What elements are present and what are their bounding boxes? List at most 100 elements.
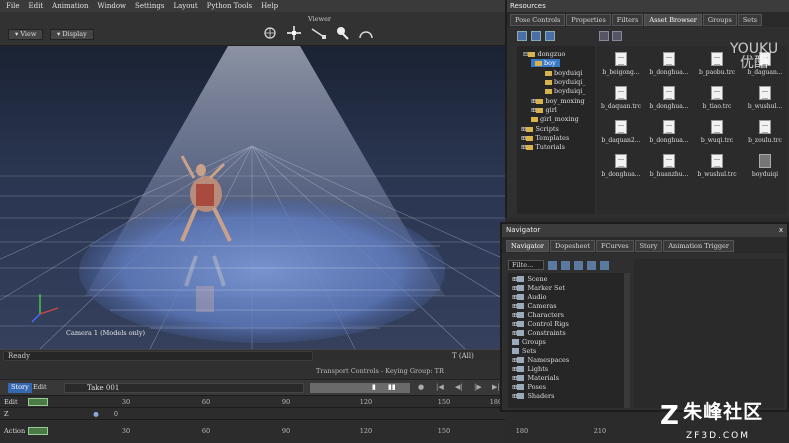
tree-item[interactable]: boyduiqi_ (545, 78, 586, 86)
tab-pose-controls[interactable]: Pose Controls (510, 14, 566, 26)
scale-tool-icon[interactable] (310, 25, 326, 41)
menu-settings[interactable]: Settings (135, 2, 164, 10)
thumbnail-view-icon[interactable] (612, 31, 622, 41)
viewer-viewport[interactable]: Camera 1 (Models only) (0, 46, 505, 349)
file-item[interactable]: b_tiao.trc (693, 86, 741, 110)
file-item[interactable]: b_donghua... (645, 86, 693, 110)
tree-item-constraints[interactable]: ⊞ Constraints (512, 329, 566, 337)
file-item[interactable]: b_huanzhu... (645, 154, 693, 178)
key-icon[interactable] (561, 260, 570, 270)
view-menu-button[interactable]: ▾ View (8, 29, 44, 40)
zoom-tool-icon[interactable] (334, 25, 350, 41)
story-mode-button[interactable]: Story (8, 383, 32, 393)
tab-filters[interactable]: Filters (611, 14, 644, 26)
scene-tree-scrollbar[interactable] (624, 273, 630, 408)
tree-item-marker-set[interactable]: ⊞ Marker Set (512, 284, 565, 292)
move-tool-icon[interactable] (286, 25, 302, 41)
viewer-title: Viewer (308, 15, 332, 23)
tick-label: 60 (201, 427, 211, 435)
zoom-slider-icon[interactable]: ● (93, 410, 99, 418)
file-item[interactable]: b_donghua... (645, 52, 693, 76)
tab-fcurves[interactable]: FCurves (595, 240, 634, 252)
file-item[interactable]: b_beigong... (597, 52, 645, 76)
menu-edit[interactable]: Edit (28, 2, 43, 10)
pause-icon[interactable]: ▮▮ (388, 383, 396, 391)
tree-item-groups[interactable]: Groups (512, 338, 546, 346)
tree-item[interactable]: ⊞ boy_moxing (531, 97, 585, 105)
panel-view-icon[interactable] (545, 31, 555, 41)
tree-item-shaders[interactable]: ⊞ Shaders (512, 392, 554, 400)
step-back-icon[interactable]: ◀| (455, 383, 463, 391)
tab-story[interactable]: Story (634, 240, 663, 252)
menu-file[interactable]: File (6, 2, 19, 10)
tree-item[interactable]: ⊞ Scripts (521, 125, 559, 133)
file-item[interactable]: b_daquan.trc (597, 86, 645, 110)
tab-sets[interactable]: Sets (737, 14, 763, 26)
tree-item[interactable]: ⊞ Tutorials (521, 143, 565, 151)
tree-item-selected[interactable]: boy (531, 59, 560, 67)
tree-item-scene[interactable]: ⊞ Scene (512, 275, 547, 283)
tree-item[interactable]: ⊞ Templates (521, 134, 569, 142)
orbit-tool-icon[interactable] (358, 25, 374, 41)
tab-properties[interactable]: Properties (566, 14, 611, 26)
edit-mode-button[interactable]: Edit (30, 383, 50, 393)
file-item[interactable]: b_wushul.trc (693, 154, 741, 178)
spotlight-pool (79, 199, 445, 343)
file-item[interactable]: b_donghua... (597, 154, 645, 178)
display-menu-button[interactable]: ▾ Display (50, 29, 94, 40)
link-icon[interactable] (574, 260, 583, 270)
file-item[interactable]: b_wushul... (741, 86, 789, 110)
tab-groups[interactable]: Groups (702, 14, 737, 26)
tree-item-control-rigs[interactable]: ⊞ Control Rigs (512, 320, 569, 328)
tree-item-namespaces[interactable]: ⊞ Namespaces (512, 356, 569, 364)
filter-field[interactable]: Filte... (508, 260, 544, 270)
step-forward-icon[interactable]: |▶ (474, 383, 482, 391)
tree-item[interactable]: girl_moxing (531, 115, 579, 123)
stop-icon[interactable]: ▮ (372, 383, 376, 391)
tab-animation-trigger[interactable]: Animation Trigger (663, 240, 735, 252)
status-filter[interactable]: T (All) (452, 352, 474, 360)
file-item[interactable]: boyduiqi (741, 154, 789, 178)
rotate-tool-icon[interactable] (262, 25, 278, 41)
tree-item[interactable]: ⊞ girl (531, 106, 557, 114)
take-selector[interactable]: Take 001 (64, 383, 304, 393)
file-item[interactable]: b_daquan2... (597, 120, 645, 144)
menu-help[interactable]: Help (261, 2, 278, 10)
file-item[interactable]: b_wuqi.trc (693, 120, 741, 144)
tab-dopesheet[interactable]: Dopesheet (549, 240, 595, 252)
file-item[interactable]: b_zoulu.trc (741, 120, 789, 144)
list-view-icon[interactable] (531, 31, 541, 41)
tree-item-poses[interactable]: ⊞ Poses (512, 383, 546, 391)
tree-item-audio[interactable]: ⊞ Audio (512, 293, 547, 301)
eye-icon[interactable] (587, 260, 596, 270)
close-icon[interactable]: x (779, 224, 783, 237)
menu-animation[interactable]: Animation (52, 2, 88, 10)
menu-window[interactable]: Window (98, 2, 127, 10)
edit-timeline-track[interactable]: Edit 30 60 90 120 150 180 (0, 395, 505, 407)
tab-asset-browser[interactable]: Asset Browser (644, 14, 702, 26)
zoom-track[interactable]: Z ● 0 (0, 407, 505, 419)
action-timeline-track[interactable]: Action 30 60 90 120 150 180 210 (0, 419, 606, 443)
folder-view-icon[interactable] (517, 31, 527, 41)
tree-item[interactable]: boyduiqi_ (545, 87, 586, 95)
go-to-start-icon[interactable]: |◀ (436, 383, 444, 391)
details-view-icon[interactable] (599, 31, 609, 41)
menu-python-tools[interactable]: Python Tools (207, 2, 252, 10)
tree-item[interactable]: ⊟ dongzuo (523, 50, 565, 58)
file-item[interactable]: b_donghua... (645, 120, 693, 144)
material-icon (517, 375, 525, 381)
list-icon[interactable] (548, 260, 557, 270)
tree-item-sets[interactable]: Sets (512, 347, 536, 355)
tree-item-lights[interactable]: ⊞ Lights (512, 365, 548, 373)
menu-layout[interactable]: Layout (173, 2, 197, 10)
go-to-end-icon[interactable]: ▶| (492, 383, 500, 391)
arrow-icon[interactable] (600, 260, 609, 270)
tab-navigator[interactable]: Navigator (506, 240, 549, 252)
light-icon (517, 366, 525, 372)
tree-item-materials[interactable]: ⊞ Materials (512, 374, 559, 382)
tree-item-cameras[interactable]: ⊞ Cameras (512, 302, 557, 310)
record-icon[interactable]: ● (418, 383, 424, 391)
tree-item-characters[interactable]: ⊞ Characters (512, 311, 564, 319)
axis-gizmo (31, 294, 59, 323)
tree-item[interactable]: boyduiqi (545, 69, 582, 77)
